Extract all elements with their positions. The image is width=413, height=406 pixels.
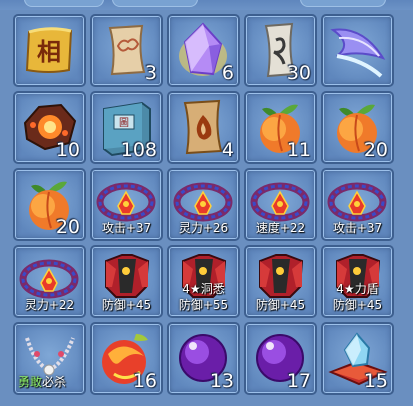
inventory-slot[interactable]: 相	[13, 14, 86, 87]
item-stat: 灵力+26	[178, 221, 229, 235]
item-count: 15	[363, 370, 388, 392]
item-stat: 防御+45	[255, 298, 306, 312]
item-count: 20	[363, 139, 388, 161]
item-count: 11	[286, 139, 311, 161]
item-badge: 勇敢必杀	[18, 373, 66, 390]
top-tab-right[interactable]	[300, 0, 386, 7]
item-count: 17	[286, 370, 311, 392]
item-stat: 攻击+37	[332, 221, 383, 235]
inventory-grid: 相 3 6 30 10 圖 108 4 11 20 20 攻击+37 灵力+26…	[13, 14, 394, 395]
item-subtitle: 4★洞悉	[182, 282, 225, 296]
item-count: 16	[132, 370, 157, 392]
item-count: 20	[55, 216, 80, 238]
inventory-slot[interactable]: 4★洞悉防御+55	[167, 245, 240, 318]
inventory-slot[interactable]	[321, 14, 394, 87]
inventory-slot[interactable]: 16	[90, 322, 163, 395]
inventory-slot[interactable]: 圖 108	[90, 91, 163, 164]
inventory-slot[interactable]: 4★力盾防御+45	[321, 245, 394, 318]
item-stat: 防御+45	[332, 298, 383, 312]
item-count: 6	[221, 62, 234, 84]
inventory-slot[interactable]: 攻击+37	[321, 168, 394, 241]
item-stat: 攻击+37	[101, 221, 152, 235]
inventory-slot[interactable]: 13	[167, 322, 240, 395]
top-tab-left[interactable]	[24, 0, 104, 7]
item-badge-highlight: 勇敢	[18, 375, 43, 389]
svg-text:圖: 圖	[119, 117, 129, 129]
item-count: 30	[286, 62, 311, 84]
item-stat: 防御+55	[178, 298, 229, 312]
inventory-slot[interactable]: 防御+45	[244, 245, 317, 318]
item-stat: 速度+22	[255, 221, 306, 235]
inventory-slot[interactable]: 速度+22	[244, 168, 317, 241]
inventory-slot[interactable]: 攻击+37	[90, 168, 163, 241]
inventory-slot[interactable]: 4	[167, 91, 240, 164]
item-count: 13	[209, 370, 234, 392]
top-tab-middle[interactable]	[112, 0, 198, 7]
item-subtitle: 4★力盾	[336, 282, 379, 296]
item-count: 3	[144, 62, 157, 84]
inventory-slot[interactable]: 30	[244, 14, 317, 87]
item-badge-label: 必杀	[42, 375, 67, 389]
item-stat: 防御+45	[101, 298, 152, 312]
inventory-slot[interactable]: 15	[321, 322, 394, 395]
inventory-slot[interactable]: 防御+45	[90, 245, 163, 318]
inventory-slot[interactable]: 3	[90, 14, 163, 87]
item-count: 10	[55, 139, 80, 161]
inventory-slot[interactable]: 11	[244, 91, 317, 164]
inventory-slot[interactable]: 10	[13, 91, 86, 164]
inventory-slot[interactable]: 灵力+26	[167, 168, 240, 241]
inventory-slot[interactable]: 勇敢必杀	[13, 322, 86, 395]
item-count: 4	[221, 139, 234, 161]
item-count: 108	[120, 139, 157, 161]
inventory-slot[interactable]: 灵力+22	[13, 245, 86, 318]
inventory-top-bar	[0, 0, 413, 10]
inventory-slot[interactable]: 20	[13, 168, 86, 241]
item-stat: 灵力+22	[24, 298, 75, 312]
inventory-slot[interactable]: 17	[244, 322, 317, 395]
inventory-slot[interactable]: 6	[167, 14, 240, 87]
svg-text:相: 相	[37, 38, 61, 66]
inventory-slot[interactable]: 20	[321, 91, 394, 164]
